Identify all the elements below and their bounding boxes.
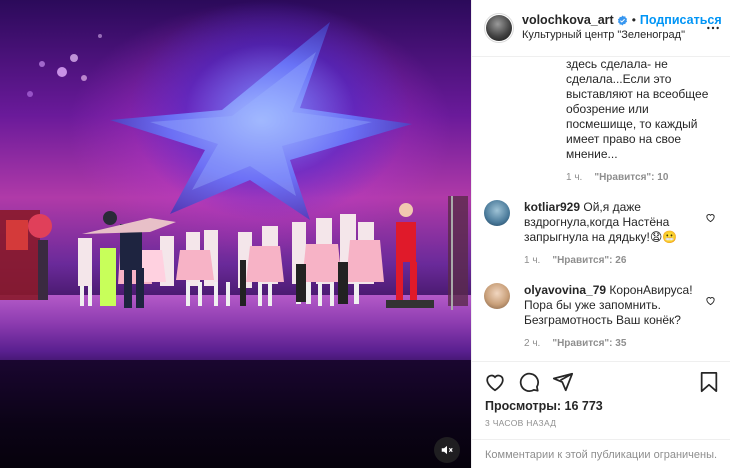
share-plane-icon: [552, 372, 574, 392]
header-separator: •: [631, 13, 636, 27]
comment-likes[interactable]: "Нравится": 35: [552, 338, 626, 349]
comment-like-button[interactable]: [705, 293, 716, 311]
commenter-avatar[interactable]: [484, 283, 510, 309]
author-avatar[interactable]: [484, 13, 514, 43]
author-username[interactable]: volochkova_art: [522, 13, 614, 28]
mute-button[interactable]: [434, 437, 460, 463]
post-header: volochkova_art • Подписаться Культурный …: [472, 0, 730, 57]
heart-icon: [486, 374, 504, 392]
comment-time[interactable]: 1 ч.: [524, 255, 540, 266]
commenter-username[interactable]: kotliar929: [524, 200, 580, 214]
post-location[interactable]: Культурный центр "Зеленоград": [522, 28, 722, 43]
commenter-username[interactable]: olyavovina_79: [524, 283, 606, 297]
speaker-muted-icon: [441, 445, 453, 455]
commenter-avatar[interactable]: [484, 200, 510, 226]
comment-item: kotliar929 Ой,я даже вздрогнула,когда На…: [484, 200, 724, 266]
comment-time[interactable]: 2 ч.: [524, 338, 540, 349]
comment-text: здесь сделала- не сделала...Если это выс…: [566, 57, 709, 161]
post-time[interactable]: 3 ЧАСОВ НАЗАД: [485, 418, 556, 428]
verified-badge-icon: [617, 15, 628, 26]
comment-meta: 1 ч. "Нравится": 10: [566, 172, 716, 183]
views-label: Просмотры:: [485, 399, 562, 413]
more-horizontal-icon: [707, 26, 719, 30]
like-button[interactable]: [484, 371, 506, 393]
comment-meta: 2 ч. "Нравится": 35: [524, 338, 696, 349]
bookmark-icon: [700, 371, 718, 393]
heart-icon: [706, 214, 715, 223]
comment-time[interactable]: 1 ч.: [566, 172, 582, 183]
comment-icon: [519, 372, 539, 392]
save-button[interactable]: [699, 371, 719, 398]
comments-restricted-notice: Комментарии к этой публикации ограничены…: [472, 439, 730, 468]
comment-meta: 1 ч. "Нравится": 26: [524, 255, 696, 266]
comment-likes[interactable]: "Нравится": 10: [594, 172, 668, 183]
comment-likes[interactable]: "Нравится": 26: [552, 255, 626, 266]
more-options-button[interactable]: [705, 20, 721, 41]
comment-button[interactable]: [518, 371, 540, 393]
comments-list[interactable]: здесь сделала- не сделала...Если это выс…: [472, 57, 730, 361]
heart-icon: [706, 297, 715, 306]
share-button[interactable]: [552, 371, 574, 393]
views-count[interactable]: Просмотры: 16 773: [485, 399, 603, 413]
post-sidebar: volochkova_art • Подписаться Культурный …: [471, 0, 730, 468]
comment-like-button[interactable]: [705, 210, 716, 228]
audience-area: [0, 360, 471, 468]
comment-item: olyavovina_79 КоронАвируса! Пора бы уже …: [484, 283, 724, 349]
post-actions: Просмотры: 16 773 3 ЧАСОВ НАЗАД Коммента…: [472, 361, 730, 468]
performers: [0, 196, 468, 310]
comment-continued: здесь сделала- не сделала...Если это выс…: [566, 57, 716, 183]
post-video[interactable]: [0, 0, 471, 468]
views-number: 16 773: [564, 399, 603, 413]
